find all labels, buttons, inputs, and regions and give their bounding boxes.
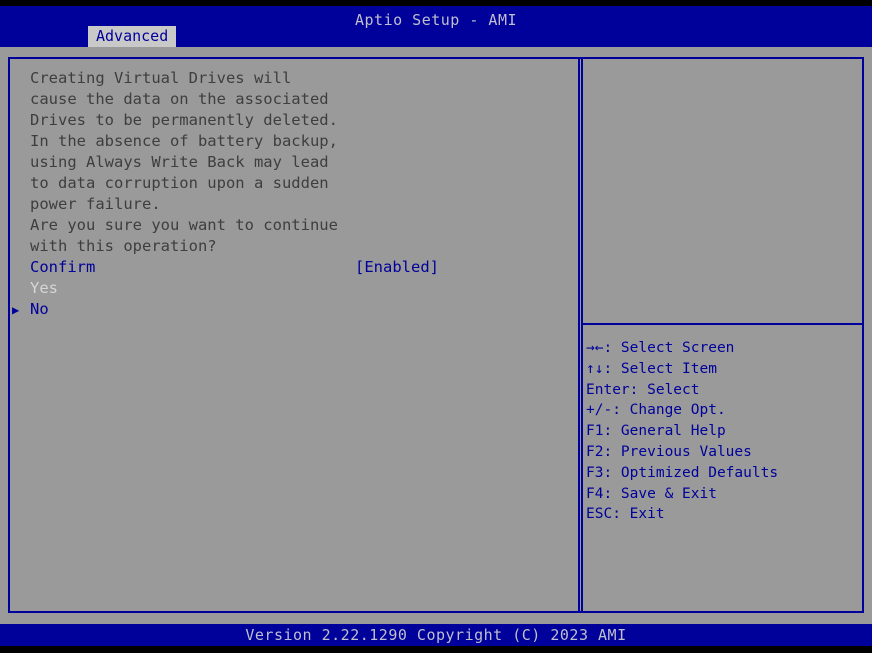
help-pane: →←: Select Screen ↑↓: Select Item Enter:… xyxy=(581,59,862,611)
description-line: Creating Virtual Drives will xyxy=(30,69,292,87)
help-item: ↑↓: Select Item xyxy=(586,360,717,377)
content-area: Creating Virtual Drives will cause the d… xyxy=(0,47,872,624)
selection-pointer-icon: ▶ xyxy=(12,303,20,317)
help-item: +/-: Change Opt. xyxy=(586,402,726,419)
tab-advanced[interactable]: Advanced xyxy=(88,26,177,47)
bios-screen: { "header": { "title": "Aptio Setup - AM… xyxy=(0,0,872,653)
version-text: Version 2.22.1290 Copyright (C) 2023 AMI xyxy=(245,626,627,644)
choice-no-label: No xyxy=(30,300,49,318)
item-help-area xyxy=(583,59,862,323)
options-pane: Creating Virtual Drives will cause the d… xyxy=(10,59,580,611)
description-line: using Always Write Back may lead xyxy=(30,153,329,171)
option-confirm-label: Confirm xyxy=(30,258,96,276)
help-item: →←: Select Screen xyxy=(586,340,735,356)
choice-yes[interactable]: Yes xyxy=(30,278,578,299)
description-line: power failure. xyxy=(30,195,161,213)
description-line: Are you sure you want to continue xyxy=(30,216,338,234)
description-line: cause the data on the associated xyxy=(30,90,329,108)
description-line: with this operation? xyxy=(30,237,217,255)
choice-yes-label: Yes xyxy=(30,279,58,297)
description-line: to data corruption upon a sudden xyxy=(30,174,329,192)
choice-no[interactable]: ▶ No xyxy=(12,299,578,320)
footer-band: Version 2.22.1290 Copyright (C) 2023 AMI xyxy=(0,624,872,646)
help-item: F1: General Help xyxy=(586,423,726,440)
key-legend: →←: Select Screen ↑↓: Select Item Enter:… xyxy=(583,325,862,525)
main-panel: Creating Virtual Drives will cause the d… xyxy=(8,57,864,613)
description-line: Drives to be permanently deleted. xyxy=(30,111,338,129)
description-line: In the absence of battery backup, xyxy=(30,132,338,150)
help-item: F4: Save & Exit xyxy=(586,485,717,502)
help-item: ESC: Exit xyxy=(586,506,665,523)
option-confirm[interactable]: Confirm [Enabled] xyxy=(30,257,578,278)
option-confirm-value[interactable]: [Enabled] xyxy=(355,257,439,278)
help-item: Enter: Select xyxy=(586,381,700,398)
help-item: F3: Optimized Defaults xyxy=(586,464,779,481)
help-item: F2: Previous Values xyxy=(586,443,752,460)
